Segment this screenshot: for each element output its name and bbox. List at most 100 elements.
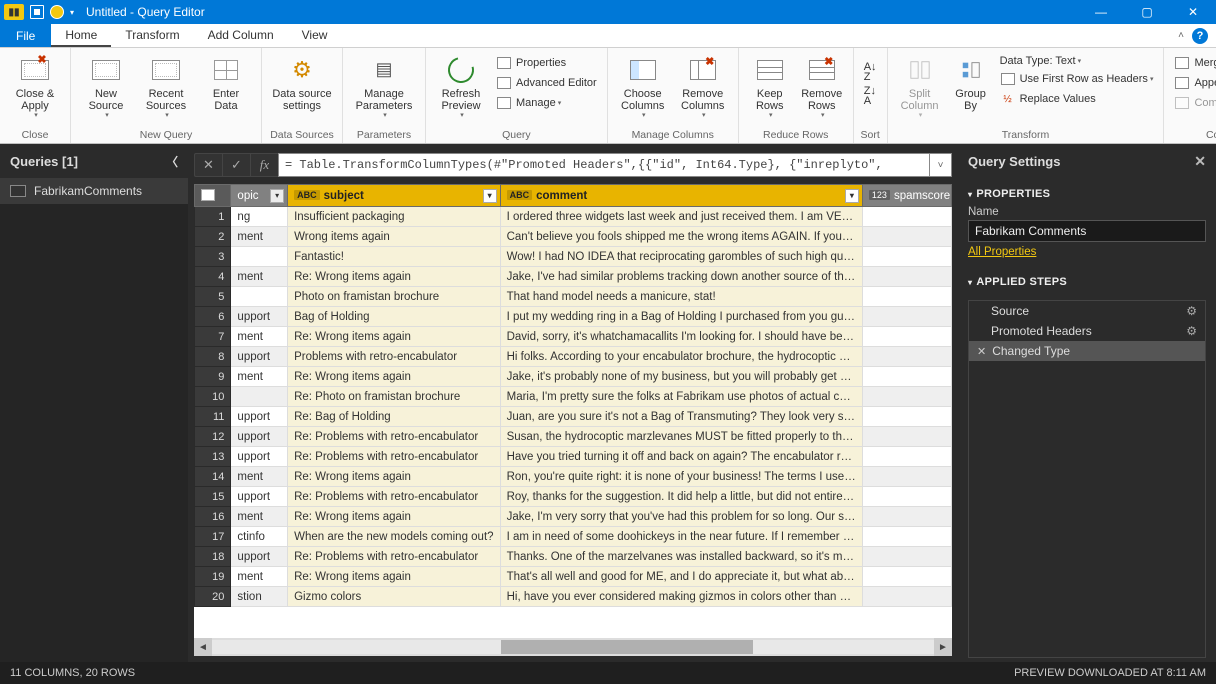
cell-comment[interactable]: Jake, I've had similar problems tracking… — [500, 267, 862, 287]
table-row[interactable]: 6upportBag of HoldingI put my wedding ri… — [195, 307, 952, 327]
cell-subject[interactable]: Bag of Holding — [288, 307, 501, 327]
table-row[interactable]: 17ctinfoWhen are the new models coming o… — [195, 527, 952, 547]
cell-comment[interactable]: That's all well and good for ME, and I d… — [500, 567, 862, 587]
cell-comment[interactable]: Juan, are you sure it's not a Bag of Tra… — [500, 407, 862, 427]
cell-subject[interactable]: Insufficient packaging — [288, 207, 501, 227]
cell-spamscore[interactable] — [862, 567, 951, 587]
formula-input[interactable] — [278, 153, 930, 177]
table-row[interactable]: 11upportRe: Bag of HoldingJuan, are you … — [195, 407, 952, 427]
cell-spamscore[interactable] — [862, 307, 951, 327]
row-number[interactable]: 7 — [195, 327, 231, 347]
cell-comment[interactable]: I put my wedding ring in a Bag of Holdin… — [500, 307, 862, 327]
row-number[interactable]: 16 — [195, 507, 231, 527]
table-row[interactable]: 1ngInsufficient packagingI ordered three… — [195, 207, 952, 227]
cell-subject[interactable]: Re: Problems with retro-encabulator — [288, 547, 501, 567]
scroll-left-icon[interactable]: ◄ — [194, 638, 212, 656]
cell-subject[interactable]: Gizmo colors — [288, 587, 501, 607]
filter-dropdown-icon[interactable]: ▾ — [483, 189, 497, 203]
row-number-header[interactable] — [195, 185, 231, 207]
formula-cancel-icon[interactable]: ✕ — [194, 153, 222, 177]
scroll-right-icon[interactable]: ► — [934, 638, 952, 656]
cell-topic[interactable]: upport — [231, 547, 288, 567]
scrollbar-thumb[interactable] — [501, 640, 754, 654]
cell-comment[interactable]: Can't believe you fools shipped me the w… — [500, 227, 862, 247]
tab-add-column[interactable]: Add Column — [194, 24, 288, 47]
filter-dropdown-icon[interactable]: ▾ — [845, 189, 859, 203]
cell-comment[interactable]: Hi, have you ever considered making gizm… — [500, 587, 862, 607]
row-number[interactable]: 6 — [195, 307, 231, 327]
new-source-button[interactable]: New Source▾ — [77, 50, 135, 120]
table-row[interactable]: 9mentRe: Wrong items againJake, it's pro… — [195, 367, 952, 387]
cell-subject[interactable]: Re: Problems with retro-encabulator — [288, 447, 501, 467]
column-header-topic[interactable]: opic▾ — [231, 185, 288, 207]
cell-spamscore[interactable] — [862, 267, 951, 287]
cell-topic[interactable]: ment — [231, 507, 288, 527]
cell-topic[interactable]: ment — [231, 567, 288, 587]
gear-icon[interactable]: ⚙ — [1186, 304, 1197, 318]
table-row[interactable]: 15upportRe: Problems with retro-encabula… — [195, 487, 952, 507]
row-number[interactable]: 20 — [195, 587, 231, 607]
manage-parameters-button[interactable]: ▤Manage Parameters▾ — [349, 50, 419, 120]
cell-comment[interactable]: Maria, I'm pretty sure the folks at Fabr… — [500, 387, 862, 407]
cell-subject[interactable]: Photo on framistan brochure — [288, 287, 501, 307]
cell-spamscore[interactable] — [862, 467, 951, 487]
cell-subject[interactable]: Re: Wrong items again — [288, 327, 501, 347]
cell-topic[interactable]: ment — [231, 467, 288, 487]
choose-columns-button[interactable]: Choose Columns▾ — [614, 50, 672, 120]
tab-file[interactable]: File — [0, 24, 51, 47]
cell-spamscore[interactable] — [862, 387, 951, 407]
save-icon[interactable] — [30, 5, 44, 19]
cell-spamscore[interactable] — [862, 367, 951, 387]
recent-sources-button[interactable]: Recent Sources▾ — [137, 50, 195, 120]
query-name-input[interactable] — [968, 220, 1206, 242]
formula-accept-icon[interactable]: ✓ — [222, 153, 250, 177]
refresh-preview-button[interactable]: Refresh Preview▾ — [432, 50, 490, 120]
row-number[interactable]: 13 — [195, 447, 231, 467]
feedback-icon[interactable] — [50, 5, 64, 19]
collapse-ribbon-icon[interactable]: ˄ — [1178, 30, 1184, 41]
cell-spamscore[interactable] — [862, 447, 951, 467]
applied-step[interactable]: Source⚙ — [969, 301, 1205, 321]
gear-icon[interactable]: ⚙ — [1186, 324, 1197, 338]
table-row[interactable]: 13upportRe: Problems with retro-encabula… — [195, 447, 952, 467]
group-by-button[interactable]: Group By — [948, 50, 994, 112]
column-header-comment[interactable]: ABCcomment▾ — [500, 185, 862, 207]
cell-topic[interactable]: ment — [231, 367, 288, 387]
column-header-subject[interactable]: ABCsubject▾ — [288, 185, 501, 207]
table-row[interactable]: 16mentRe: Wrong items againJake, I'm ver… — [195, 507, 952, 527]
remove-rows-button[interactable]: ✖Remove Rows▾ — [797, 50, 847, 120]
first-row-headers-button[interactable]: Use First Row as Headers▾ — [996, 70, 1158, 88]
cell-spamscore[interactable] — [862, 347, 951, 367]
table-row[interactable]: 7mentRe: Wrong items againDavid, sorry, … — [195, 327, 952, 347]
cell-subject[interactable]: When are the new models coming out? — [288, 527, 501, 547]
row-number[interactable]: 2 — [195, 227, 231, 247]
cell-comment[interactable]: That hand model needs a manicure, stat! — [500, 287, 862, 307]
collapse-queries-icon[interactable]: 〈 — [166, 153, 178, 170]
cell-spamscore[interactable] — [862, 287, 951, 307]
replace-values-button[interactable]: ½Replace Values — [996, 90, 1158, 108]
cell-comment[interactable]: Ron, you're quite right: it is none of y… — [500, 467, 862, 487]
cell-subject[interactable]: Re: Wrong items again — [288, 507, 501, 527]
data-type-button[interactable]: Data Type: Text▾ — [996, 54, 1158, 68]
maximize-button[interactable]: ▢ — [1124, 0, 1170, 24]
tab-home[interactable]: Home — [51, 24, 111, 47]
cell-spamscore[interactable] — [862, 227, 951, 247]
row-number[interactable]: 3 — [195, 247, 231, 267]
cell-subject[interactable]: Problems with retro-encabulator — [288, 347, 501, 367]
cell-topic[interactable]: ment — [231, 267, 288, 287]
sort-desc-button[interactable]: Z↓A — [860, 86, 881, 108]
advanced-editor-button[interactable]: Advanced Editor — [492, 74, 601, 92]
row-number[interactable]: 4 — [195, 267, 231, 287]
row-number[interactable]: 12 — [195, 427, 231, 447]
row-number[interactable]: 17 — [195, 527, 231, 547]
filter-dropdown-icon[interactable]: ▾ — [270, 189, 284, 203]
cell-topic[interactable]: upport — [231, 407, 288, 427]
table-row[interactable]: 8upportProblems with retro-encabulatorHi… — [195, 347, 952, 367]
cell-comment[interactable]: I am in need of some doohickeys in the n… — [500, 527, 862, 547]
sort-asc-button[interactable]: A↓Z — [860, 62, 881, 84]
split-column-button[interactable]: Split Column▾ — [894, 50, 946, 120]
cell-topic[interactable]: ng — [231, 207, 288, 227]
cell-topic[interactable]: upport — [231, 447, 288, 467]
minimize-button[interactable]: — — [1078, 0, 1124, 24]
cell-comment[interactable]: Jake, it's probably none of my business,… — [500, 367, 862, 387]
